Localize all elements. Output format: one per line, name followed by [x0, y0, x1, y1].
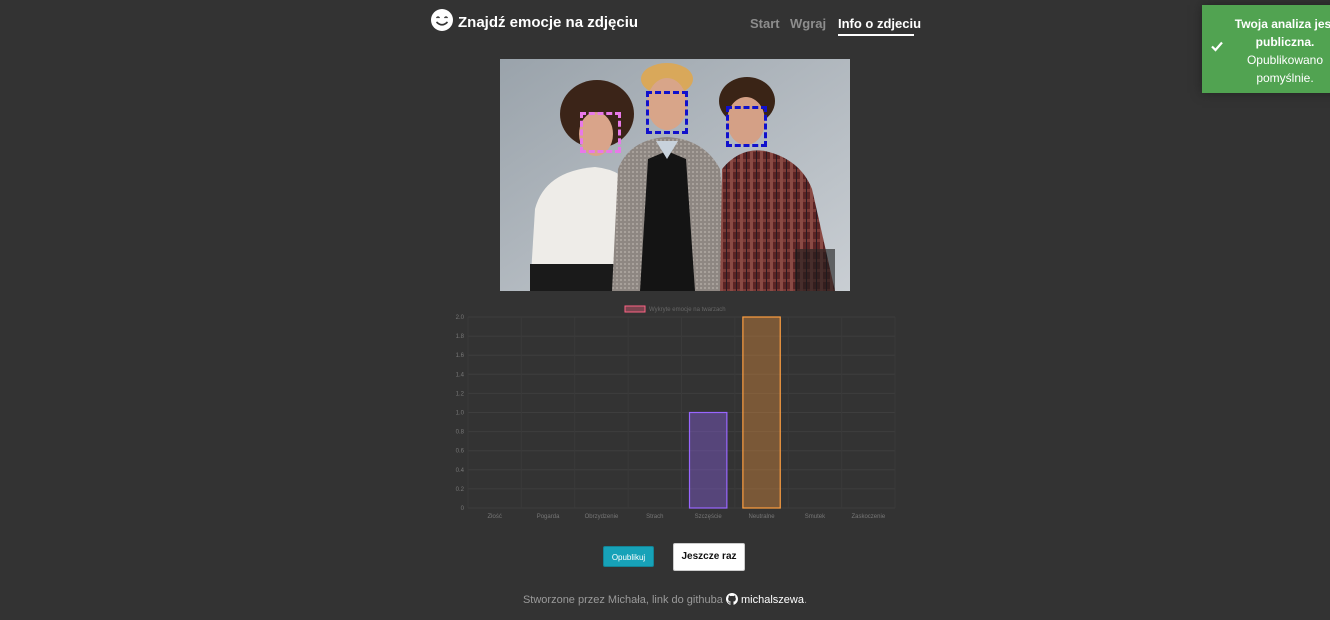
- y-tick-label: 0: [461, 506, 465, 512]
- brand-title[interactable]: Znajdź emocje na zdjęciu: [458, 14, 638, 31]
- face-box-neutral: [726, 106, 767, 147]
- check-icon: [1211, 41, 1223, 52]
- y-tick-label: 1.0: [456, 411, 465, 417]
- publish-button[interactable]: Opublikuj: [603, 546, 654, 567]
- github-icon: [725, 593, 738, 605]
- x-tick-label: Złość: [488, 514, 502, 520]
- face-box-neutral: [646, 91, 688, 134]
- y-tick-label: 1.4: [456, 372, 465, 378]
- nav-photo-info[interactable]: Info o zdjeciu: [838, 16, 921, 31]
- x-tick-label: Smutek: [805, 514, 826, 520]
- face-box-happy: [580, 112, 621, 153]
- nav-upload[interactable]: Wgraj: [790, 16, 826, 31]
- smile-icon: [431, 9, 453, 31]
- try-again-button[interactable]: Jeszcze raz: [673, 543, 745, 571]
- legend-swatch: [624, 305, 646, 313]
- footer: Stworzone przez Michała, link do githuba…: [0, 593, 1330, 606]
- bar-szczęście: [688, 411, 728, 509]
- y-tick-label: 1.2: [456, 391, 465, 397]
- y-tick-label: 0.4: [456, 468, 465, 474]
- emotion-bar-chart: Wykryte emocje na twarzach 0 0.2 0.4 0.6 0.8 1…: [456, 305, 896, 520]
- nav-start[interactable]: Start: [750, 16, 780, 31]
- footer-suffix: .: [803, 594, 808, 606]
- y-tick-label: 2.0: [456, 315, 465, 321]
- x-tick-label: Pogarda: [537, 514, 560, 520]
- x-tick-label: Zaskoczenie: [851, 514, 885, 520]
- x-tick-label: Neutralne: [749, 514, 776, 520]
- x-tick-label: Szczęście: [695, 514, 723, 520]
- x-tick-label: Strach: [646, 514, 663, 520]
- success-toast[interactable]: Twoja analiza jest publiczna. Opublikowa…: [1202, 5, 1330, 93]
- bar-neutralne: [742, 316, 781, 509]
- active-nav-indicator: [838, 34, 914, 36]
- footer-text: Stworzone przez Michała, link do githuba: [522, 594, 726, 606]
- y-tick-label: 0.6: [456, 449, 465, 455]
- analyzed-photo: [500, 59, 850, 291]
- y-tick-label: 0.8: [456, 430, 465, 436]
- x-tick-label: Obrzydzenie: [585, 514, 619, 520]
- github-link[interactable]: michalszewa: [741, 594, 804, 606]
- y-tick-label: 1.8: [456, 334, 465, 340]
- legend-label: Wykryte emocje na twarzach: [649, 307, 726, 313]
- y-tick-label: 0.2: [456, 487, 465, 493]
- toast-title: Twoja analiza jest publiczna.: [1234, 17, 1330, 49]
- y-tick-label: 1.6: [456, 353, 465, 359]
- toast-message: Opublikowano pomyślnie.: [1246, 53, 1324, 85]
